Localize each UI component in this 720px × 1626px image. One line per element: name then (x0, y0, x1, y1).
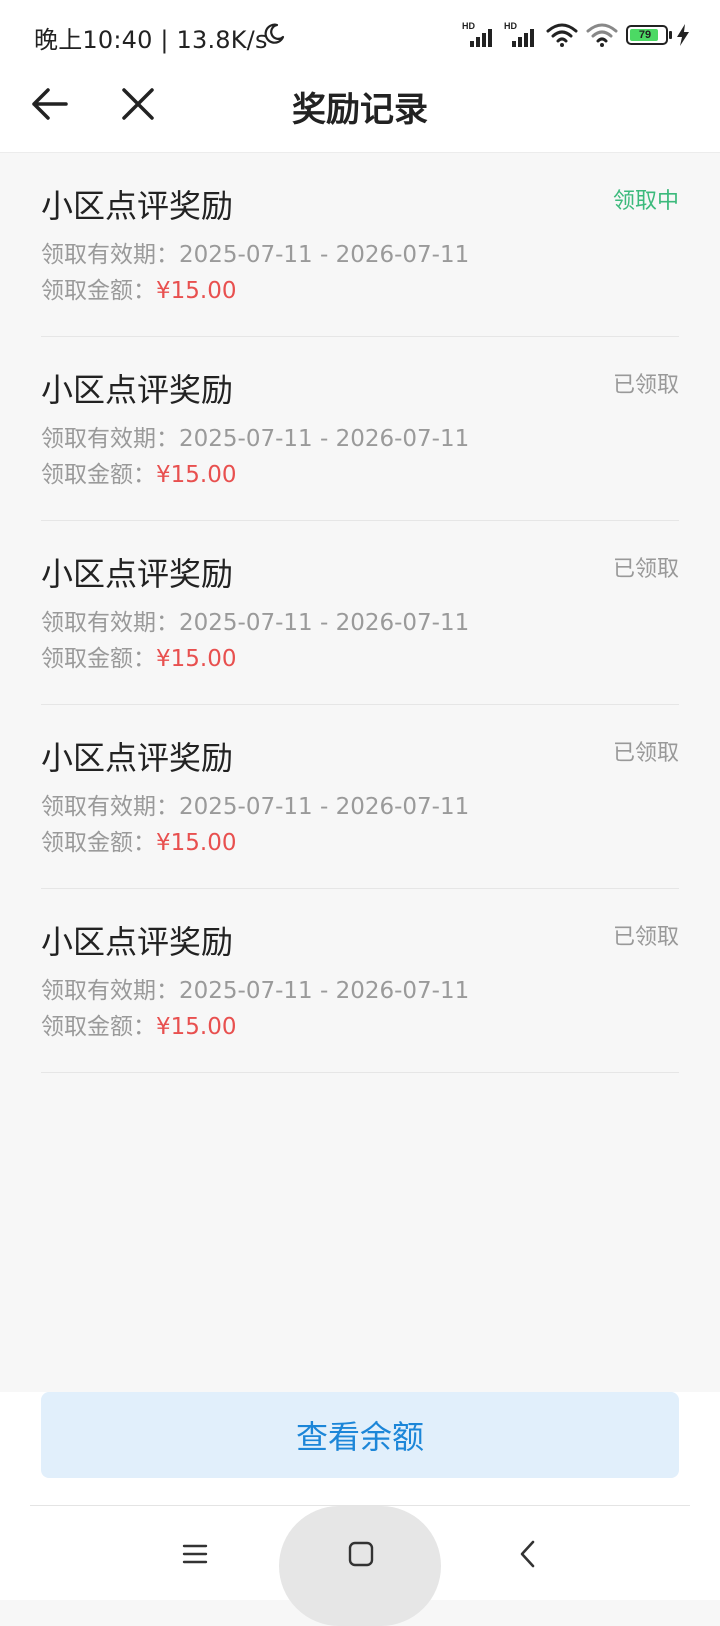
validity-label: 领取有效期： (41, 242, 179, 268)
list-item[interactable]: 小区点评奖励 已领取 领取有效期：2025-07-11 - 2026-07-11… (41, 521, 679, 705)
status-time: 晚上10:40 | 13.8K/s (34, 26, 268, 54)
moon-icon (264, 23, 285, 44)
amount-label: 领取金额： (41, 278, 156, 304)
record-title: 小区点评奖励 (41, 555, 234, 593)
wifi-icon (546, 23, 578, 47)
back-icon (520, 1540, 535, 1568)
amount-value: ¥15.00 (156, 462, 237, 488)
record-amount: 领取金额：¥15.00 (41, 823, 236, 857)
list-item[interactable]: 小区点评奖励 已领取 领取有效期：2025-07-11 - 2026-07-11… (41, 337, 679, 521)
record-validity: 领取有效期：2025-07-11 - 2026-07-11 (41, 603, 469, 637)
signal-hd-icon: HD (504, 21, 538, 49)
page-title: 奖励记录 (292, 90, 428, 130)
amount-label: 领取金额： (41, 1014, 156, 1040)
amount-value: ¥15.00 (156, 830, 237, 856)
record-title: 小区点评奖励 (41, 187, 234, 225)
amount-label: 领取金额： (41, 462, 156, 488)
menu-icon (182, 1544, 208, 1564)
record-amount: 领取金额：¥15.00 (41, 271, 236, 305)
status-badge: 已领取 (612, 925, 679, 950)
validity-label: 领取有效期： (41, 978, 179, 1004)
record-title: 小区点评奖励 (41, 923, 234, 961)
status-icons: HD HD 79 (462, 20, 690, 50)
record-amount: 领取金额：¥15.00 (41, 639, 236, 673)
battery-level: 79 (638, 29, 652, 41)
validity-value: 2025-07-11 - 2026-07-11 (179, 610, 470, 636)
validity-value: 2025-07-11 - 2026-07-11 (179, 794, 470, 820)
status-badge: 已领取 (612, 373, 679, 398)
amount-value: ¥15.00 (156, 1014, 237, 1040)
battery-icon: 79 (626, 25, 672, 45)
amount-label: 领取金额： (41, 830, 156, 856)
list-item[interactable]: 小区点评奖励 已领取 领取有效期：2025-07-11 - 2026-07-11… (41, 705, 679, 889)
nav-back-button[interactable] (498, 1524, 558, 1584)
signal-hd-icon: HD (462, 21, 496, 49)
list-item[interactable]: 小区点评奖励 领取中 领取有效期：2025-07-11 - 2026-07-11… (41, 153, 679, 337)
records-list: 小区点评奖励 领取中 领取有效期：2025-07-11 - 2026-07-11… (0, 153, 720, 1073)
record-amount: 领取金额：¥15.00 (41, 455, 236, 489)
nav-home-button[interactable] (331, 1524, 391, 1584)
record-title: 小区点评奖励 (41, 371, 234, 409)
amount-value: ¥15.00 (156, 646, 237, 672)
record-title: 小区点评奖励 (41, 739, 234, 777)
validity-label: 领取有效期： (41, 794, 179, 820)
status-badge: 领取中 (612, 189, 679, 214)
amount-label: 领取金额： (41, 646, 156, 672)
wifi-icon (586, 23, 618, 47)
system-nav-bar (0, 1506, 720, 1626)
amount-value: ¥15.00 (156, 278, 237, 304)
validity-label: 领取有效期： (41, 610, 179, 636)
bottom-area: 查看余额 (0, 1392, 720, 1626)
record-validity: 领取有效期：2025-07-11 - 2026-07-11 (41, 971, 469, 1005)
charging-icon (677, 24, 689, 46)
validity-value: 2025-07-11 - 2026-07-11 (179, 242, 470, 268)
validity-value: 2025-07-11 - 2026-07-11 (179, 978, 470, 1004)
status-badge: 已领取 (612, 557, 679, 582)
record-validity: 领取有效期：2025-07-11 - 2026-07-11 (41, 235, 469, 269)
record-validity: 领取有效期：2025-07-11 - 2026-07-11 (41, 787, 469, 821)
record-amount: 领取金额：¥15.00 (41, 1007, 236, 1041)
view-balance-button[interactable]: 查看余额 (41, 1392, 679, 1478)
validity-value: 2025-07-11 - 2026-07-11 (179, 426, 470, 452)
record-validity: 领取有效期：2025-07-11 - 2026-07-11 (41, 419, 469, 453)
status-bar: 晚上10:40 | 13.8K/s HD HD 79 (0, 0, 720, 70)
list-item[interactable]: 小区点评奖励 已领取 领取有效期：2025-07-11 - 2026-07-11… (41, 889, 679, 1073)
validity-label: 领取有效期： (41, 426, 179, 452)
header: 奖励记录 (0, 70, 720, 153)
nav-menu-button[interactable] (165, 1524, 225, 1584)
home-icon (348, 1541, 374, 1567)
status-badge: 已领取 (612, 741, 679, 766)
